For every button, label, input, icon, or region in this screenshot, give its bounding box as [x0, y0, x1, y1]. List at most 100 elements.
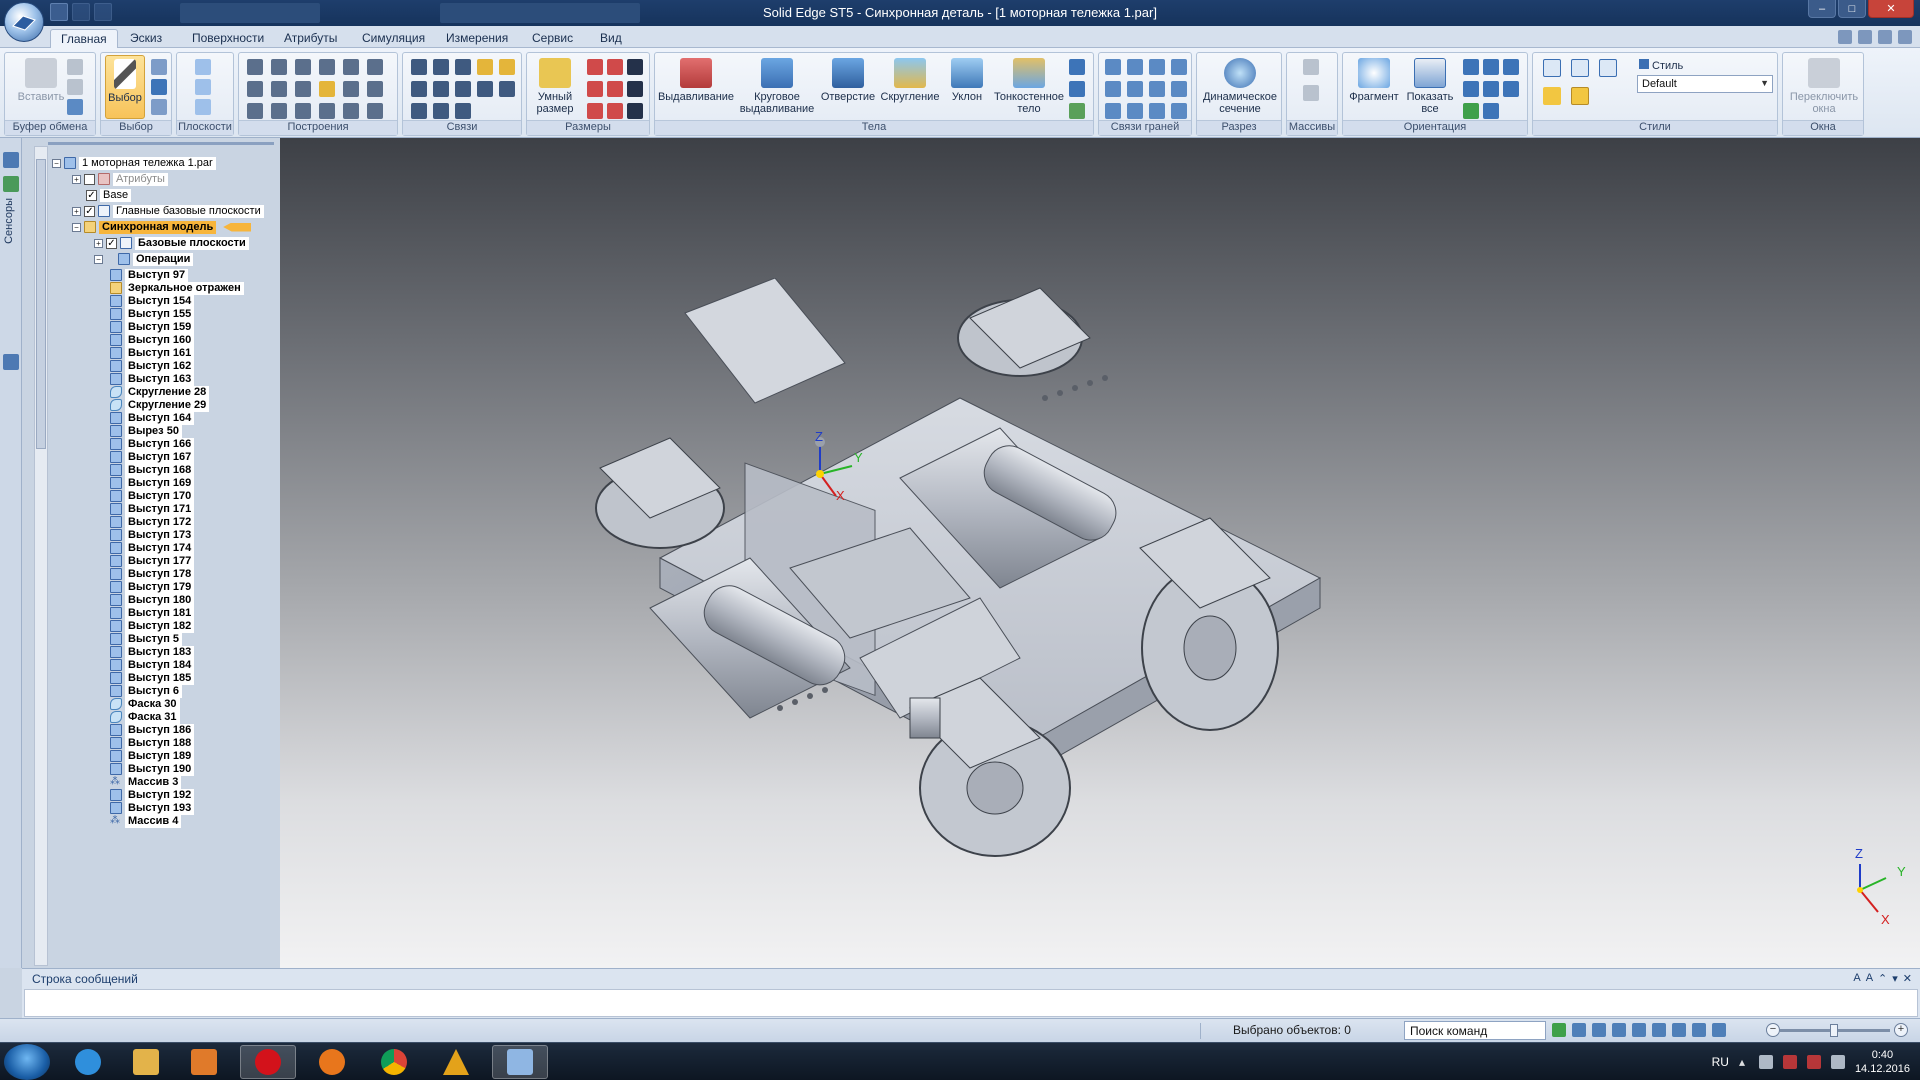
dimetric-view-icon[interactable] — [1571, 59, 1589, 77]
tree-item-feature[interactable]: Выступ 184 — [110, 658, 195, 672]
line-icon[interactable] — [247, 59, 263, 75]
fragment-button[interactable]: Фрагмент — [1345, 55, 1403, 119]
named-view-icon[interactable] — [1483, 103, 1499, 119]
tree-item-feature[interactable]: Вырез 50 — [110, 424, 182, 438]
select-all-icon[interactable] — [151, 79, 167, 95]
round-button[interactable]: Скругление — [879, 55, 941, 119]
taskbar-explorer[interactable] — [118, 1045, 174, 1079]
coordinate-system-icon[interactable] — [195, 99, 211, 115]
tangent-face-icon[interactable] — [1127, 81, 1143, 97]
tree-item-feature[interactable]: Выступ 192 — [110, 788, 195, 802]
taskbar-chrome[interactable] — [366, 1045, 422, 1079]
tree-item-feature[interactable]: Скругление 29 — [110, 398, 210, 412]
tree-item-feature[interactable]: Выступ 164 — [110, 411, 195, 425]
collinear-icon[interactable] — [499, 81, 515, 97]
tree-item-feature[interactable]: Выступ 181 — [110, 606, 195, 620]
trim-icon[interactable] — [367, 59, 383, 75]
text-size-icon[interactable] — [627, 81, 643, 97]
taskbar-autocad[interactable] — [428, 1045, 484, 1079]
switch-windows-button[interactable]: Переключить окна — [1787, 55, 1861, 119]
zoom-icon[interactable] — [1592, 1023, 1606, 1037]
filter-icon[interactable] — [151, 59, 167, 75]
pattern-relation-icon[interactable] — [433, 103, 449, 119]
offset-icon[interactable] — [271, 81, 287, 97]
parallel-face-icon[interactable] — [1149, 59, 1165, 75]
tree-item-feature[interactable]: Выступ 179 — [110, 580, 195, 594]
cut-icon[interactable] — [67, 59, 83, 75]
tree-item-feature[interactable]: Выступ 167 — [110, 450, 195, 464]
graphics-viewport[interactable]: Z Y X Z Y X — [280, 138, 1920, 968]
connect-icon[interactable] — [411, 59, 427, 75]
shaded-edges-icon[interactable] — [1571, 87, 1589, 105]
rotate-view-icon[interactable] — [1463, 81, 1479, 97]
zoom-out-button[interactable]: − — [1766, 1023, 1780, 1037]
thin-wall-button[interactable]: Тонкостенное тело — [993, 55, 1065, 119]
flag-icon[interactable] — [1806, 1055, 1821, 1069]
ellipse-icon[interactable] — [247, 103, 263, 119]
font-size-small-icon[interactable]: A — [1866, 972, 1873, 985]
tree-item-feature[interactable]: Выступ 169 — [110, 476, 195, 490]
perpendicular-icon[interactable] — [455, 81, 471, 97]
tab-surfaces[interactable]: Поверхности — [182, 29, 274, 48]
trimetric-view-icon[interactable] — [1599, 59, 1617, 77]
select-button[interactable]: Выбор — [105, 55, 145, 119]
zoom-slider-thumb[interactable] — [1830, 1024, 1838, 1037]
pan-icon[interactable] — [1632, 1023, 1646, 1037]
tree-item-feature[interactable]: Выступ 177 — [110, 554, 195, 568]
tree-item-feature[interactable]: Выступ 5 — [110, 632, 183, 646]
tree-item-feature[interactable]: Выступ 178 — [110, 567, 195, 581]
tree-item-feature[interactable]: Выступ 160 — [110, 333, 195, 347]
rigid-icon[interactable] — [455, 103, 471, 119]
tree-item-feature[interactable]: ⁂ Массив 3 — [110, 775, 182, 789]
tree-item-feature[interactable]: Выступ 186 — [110, 723, 195, 737]
spin-icon[interactable] — [1483, 81, 1499, 97]
concentric-icon[interactable] — [455, 59, 471, 75]
fillet-icon[interactable] — [343, 59, 359, 75]
show-hidden-icons-icon[interactable]: ▴ — [1739, 1055, 1749, 1069]
angle-dimension-icon[interactable] — [607, 59, 623, 75]
angled-plane-icon[interactable] — [195, 79, 211, 95]
sketch-view-icon[interactable] — [1672, 1023, 1686, 1037]
tree-item-feature[interactable]: Скругление 28 — [110, 385, 210, 399]
copy-icon[interactable] — [67, 79, 83, 95]
tab-simulation[interactable]: Симуляция — [352, 29, 435, 48]
zoom-icon[interactable] — [1463, 59, 1479, 75]
tab-attributes[interactable]: Атрибуты — [274, 29, 347, 48]
system-clock[interactable]: 0:40 14.12.2016 — [1855, 1048, 1910, 1076]
tab-measure[interactable]: Измерения — [436, 29, 518, 48]
dynamic-section-button[interactable]: Динамическое сечение — [1201, 55, 1279, 119]
tree-item-feature[interactable]: Выступ 194 — [110, 827, 195, 828]
sensors-tab-label[interactable]: Сенсоры — [3, 198, 15, 244]
tree-item-feature[interactable]: Выступ 97 — [110, 268, 189, 282]
perpendicular-face-icon[interactable] — [1171, 59, 1187, 75]
help-icon[interactable] — [1838, 30, 1852, 44]
add-body-icon[interactable] — [1069, 81, 1085, 97]
shell-icon[interactable] — [1069, 59, 1085, 75]
tree-item-feature[interactable]: Выступ 189 — [110, 749, 195, 763]
application-button[interactable] — [4, 2, 44, 42]
extend-icon[interactable] — [295, 103, 311, 119]
draft-button[interactable]: Уклон — [941, 55, 993, 119]
distance-dimension-icon[interactable] — [587, 59, 603, 75]
close-panel-icon[interactable]: ✕ — [1903, 972, 1912, 985]
views-icon[interactable] — [1712, 1023, 1726, 1037]
offset-face-icon[interactable] — [1105, 103, 1121, 119]
tree-item-feature[interactable]: Зеркальное отражен — [110, 281, 244, 295]
pattern-icon[interactable] — [1303, 59, 1319, 75]
tree-item-feature[interactable]: Выступ 159 — [110, 320, 195, 334]
circle-arc-icon[interactable] — [295, 59, 311, 75]
scale-icon[interactable] — [367, 103, 383, 119]
previous-view-icon[interactable] — [1463, 103, 1479, 119]
view-orientation-triad[interactable] — [1840, 850, 1920, 934]
refresh-icon[interactable] — [1552, 1023, 1566, 1037]
format-copy-icon[interactable] — [67, 99, 83, 115]
lock-face-icon[interactable] — [1171, 103, 1187, 119]
text-style-icon[interactable] — [627, 103, 643, 119]
close-doc-icon[interactable] — [1898, 30, 1912, 44]
sensors-tab-icon[interactable] — [3, 176, 19, 192]
shaded-icon[interactable] — [1692, 1023, 1706, 1037]
ribbon-minimize-icon[interactable] — [1858, 30, 1872, 44]
move-icon[interactable] — [319, 81, 335, 97]
tree-item-feature[interactable]: Выступ 163 — [110, 372, 195, 386]
volume-icon[interactable] — [1830, 1055, 1845, 1069]
